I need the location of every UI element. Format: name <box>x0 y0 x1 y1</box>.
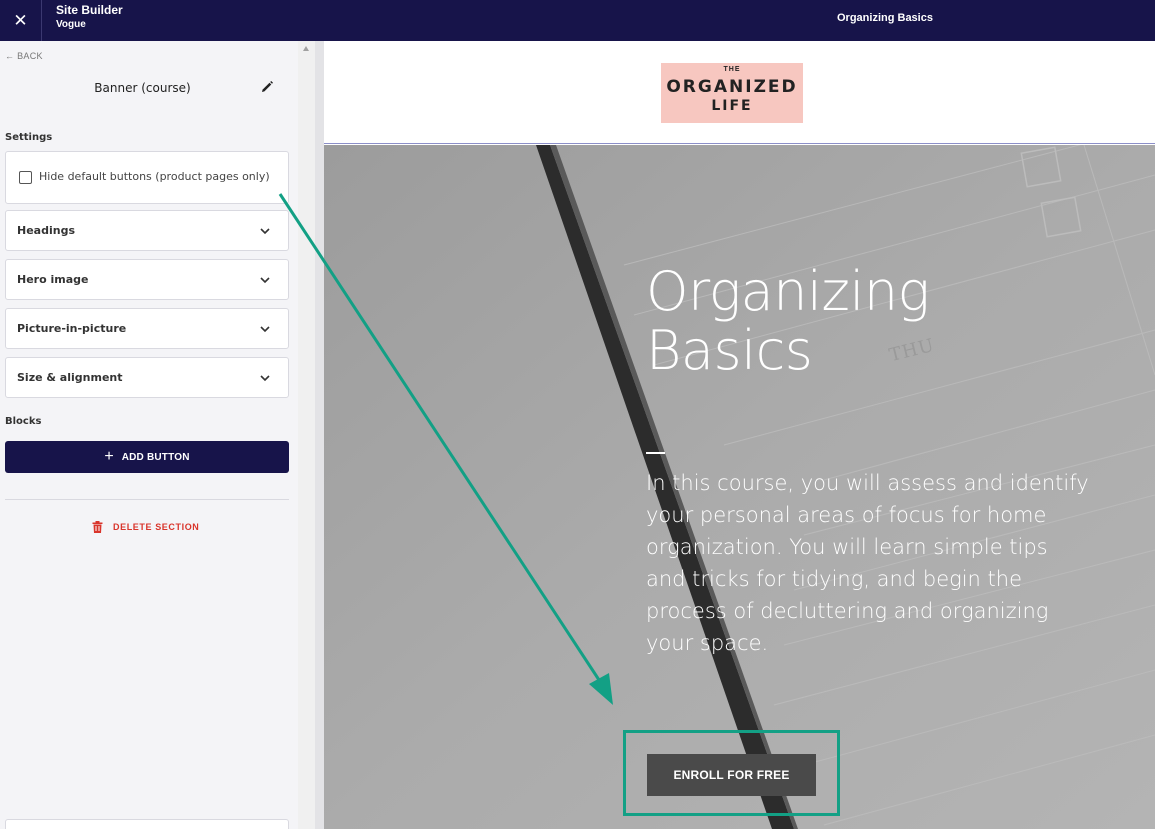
site-header: THE ORGANIZED LIFE <box>324 41 1155 144</box>
chevron-down-icon <box>260 228 270 235</box>
panel-scrollbar[interactable] <box>298 41 315 829</box>
accordion-label: Size & alignment <box>17 371 123 384</box>
logo-sub: LIFE <box>711 98 753 114</box>
accordion-hero-image[interactable]: Hero image <box>5 259 289 300</box>
chevron-down-icon <box>260 375 270 382</box>
top-bar: ✕ Site Builder Vogue Organizing Basics <box>0 0 1155 41</box>
preview-gutter <box>315 41 324 829</box>
enroll-highlight-box: ENROLL FOR FREE <box>623 730 840 816</box>
hero-banner[interactable]: THU Organizing Basics In this course, yo… <box>324 145 1155 829</box>
site-logo[interactable]: THE ORGANIZED LIFE <box>661 63 803 123</box>
add-button-label: ADD BUTTON <box>121 451 190 463</box>
settings-label: Settings <box>5 132 53 143</box>
accordion-picture-in-picture[interactable]: Picture-in-picture <box>5 308 289 349</box>
accordion-headings[interactable]: Headings <box>5 210 289 251</box>
scroll-up-arrow-icon[interactable] <box>303 46 309 51</box>
hero-description: In this course, you will assess and iden… <box>646 471 1089 655</box>
accordion-label: Hero image <box>17 273 89 286</box>
plus-icon: + <box>104 448 114 465</box>
panel-footer-card <box>5 819 289 829</box>
delete-section-button[interactable]: DELETE SECTION <box>92 521 199 533</box>
blocks-label: Blocks <box>5 416 42 427</box>
close-icon: ✕ <box>13 10 28 30</box>
theme-name: Vogue <box>56 19 86 30</box>
hero-title: Organizing Basics <box>646 262 1126 380</box>
logo-the: THE <box>723 66 741 73</box>
back-link[interactable]: ← BACK <box>5 51 43 61</box>
accordion-label: Picture-in-picture <box>17 322 127 335</box>
settings-panel: ← BACK Banner (course) Settings Hide def… <box>0 41 298 829</box>
enroll-button[interactable]: ENROLL FOR FREE <box>647 754 816 796</box>
page-title: Organizing Basics <box>837 12 933 24</box>
add-button[interactable]: + ADD BUTTON <box>5 441 289 473</box>
hide-buttons-option: Hide default buttons (product pages only… <box>5 151 289 204</box>
chevron-down-icon <box>260 277 270 284</box>
title-divider <box>646 452 665 454</box>
hero-title-line-2: Basics <box>646 319 813 382</box>
chevron-down-icon <box>260 326 270 333</box>
app-info: Site Builder Vogue <box>56 3 123 32</box>
app-title: Site Builder <box>56 3 123 17</box>
trash-icon <box>92 521 103 533</box>
pencil-icon[interactable] <box>259 79 275 95</box>
logo-main: ORGANIZED <box>666 77 798 97</box>
divider <box>5 499 289 500</box>
close-button[interactable]: ✕ <box>0 0 42 41</box>
section-title: Banner (course) <box>94 81 191 95</box>
hide-buttons-checkbox[interactable] <box>19 171 32 184</box>
hide-buttons-label: Hide default buttons (product pages only… <box>39 170 270 183</box>
hero-title-line-1: Organizing <box>646 260 930 323</box>
site-preview: THE ORGANIZED LIFE THU Organizing Basics… <box>324 41 1155 829</box>
accordion-size-alignment[interactable]: Size & alignment <box>5 357 289 398</box>
accordion-label: Headings <box>17 224 75 237</box>
delete-section-label: DELETE SECTION <box>113 522 200 532</box>
